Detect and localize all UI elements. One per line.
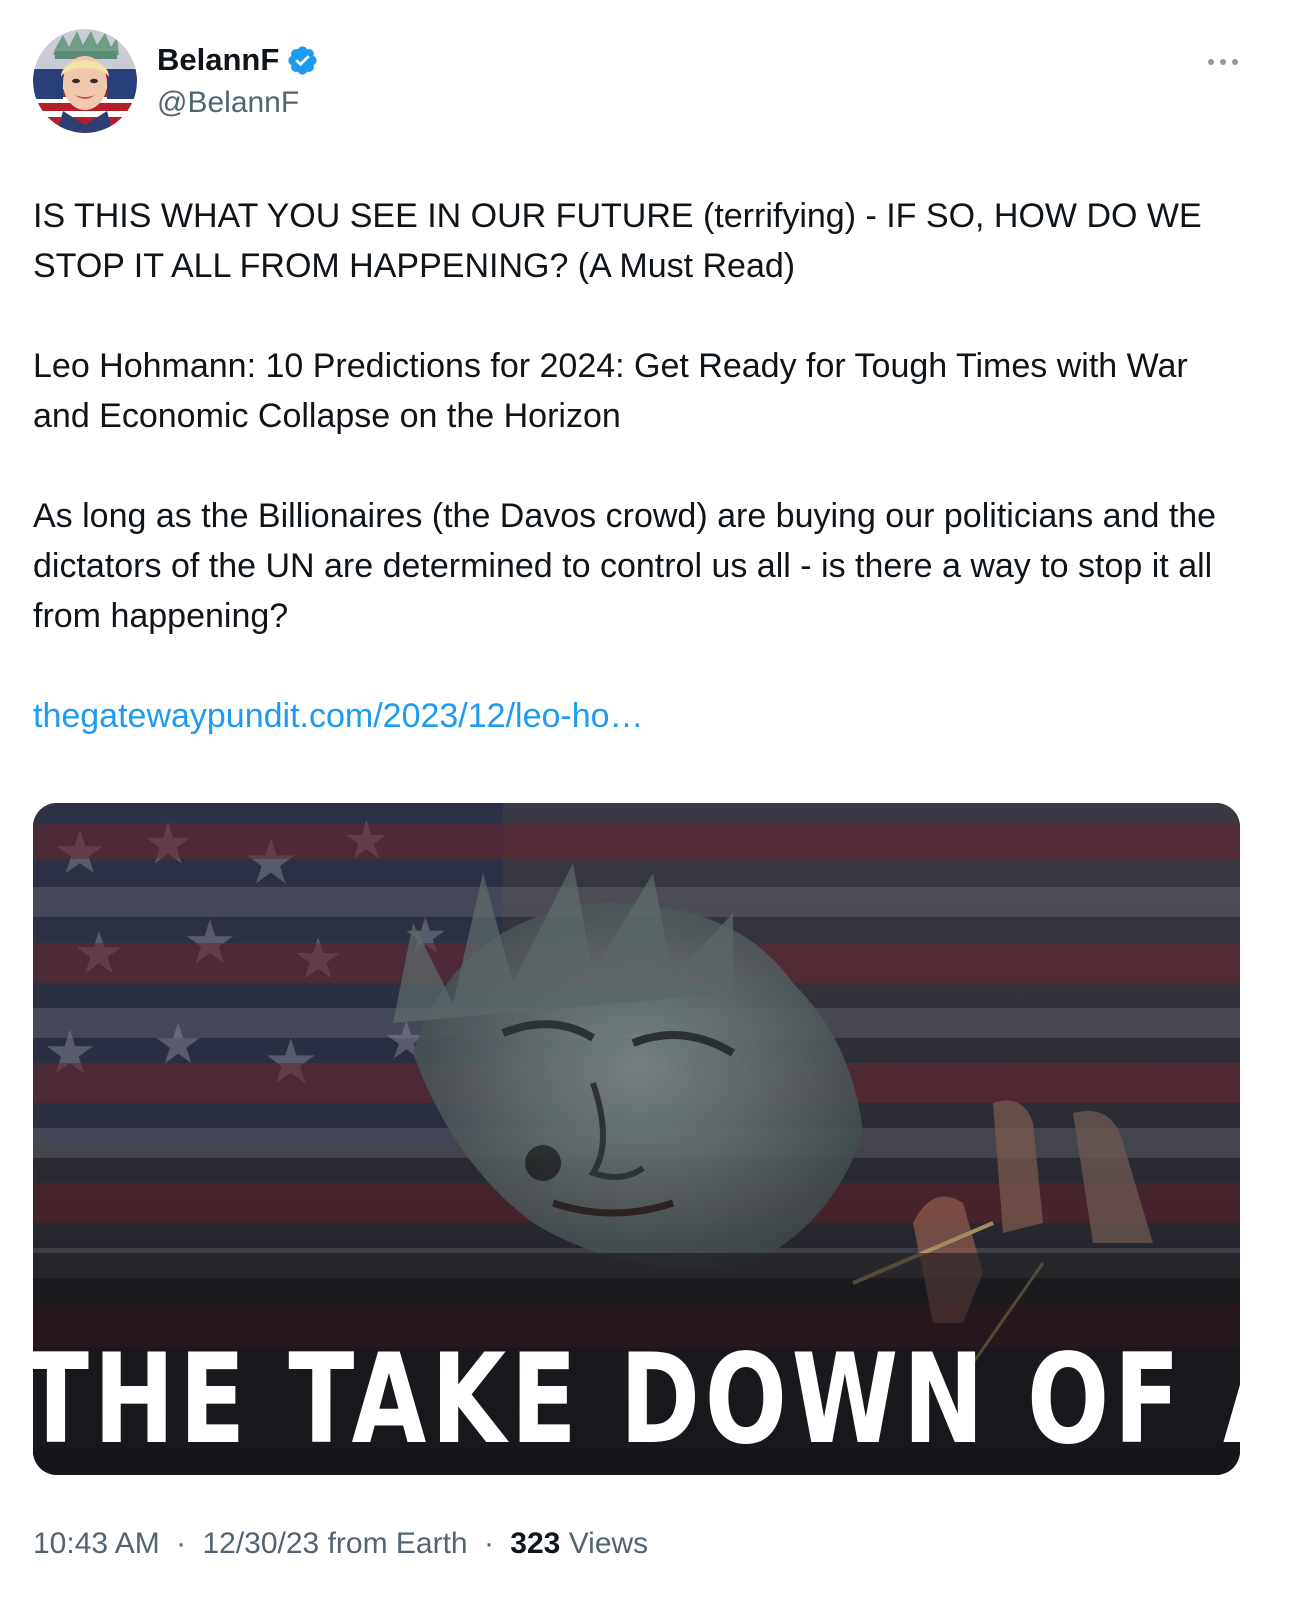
meta-separator: · [176,1527,187,1560]
views-count[interactable]: 323 [510,1527,560,1560]
tweet-time[interactable]: 10:43 AM [33,1527,160,1560]
article-link[interactable]: thegatewaypundit.com/2023/12/leo-ho… [33,691,644,741]
more-horizontal-icon[interactable] [1203,50,1243,74]
tweet-container: BelannF @BelannF IS THIS WHAT YOU SEE IN… [0,0,1303,1610]
views-label: Views [568,1527,649,1560]
tweet-meta: 10:43 AM · 12/30/23 from Earth · 323 Vie… [33,1527,648,1561]
verified-badge-icon [288,45,317,75]
tweet-text-paragraph-1: IS THIS WHAT YOU SEE IN OUR FUTURE (terr… [33,197,1202,285]
tweet-text-paragraph-2: Leo Hohmann: 10 Predictions for 2024: Ge… [33,347,1188,435]
avatar[interactable] [33,29,137,133]
avatar-image [33,29,137,133]
tweet-media-image[interactable]: ★★ ★★ ★★ ★★ ★★ ★★ [33,803,1240,1475]
media-caption-text: THE TAKE DOWN OF AMERICA [33,1328,1240,1472]
tweet-text-paragraph-3: As long as the Billionaires (the Davos c… [33,497,1217,635]
author-display-name[interactable]: BelannF [157,42,279,78]
author-handle[interactable]: @BelannF [157,86,299,120]
tweet-date-source[interactable]: 12/30/23 from Earth [202,1527,467,1560]
meta-separator: · [483,1527,494,1560]
